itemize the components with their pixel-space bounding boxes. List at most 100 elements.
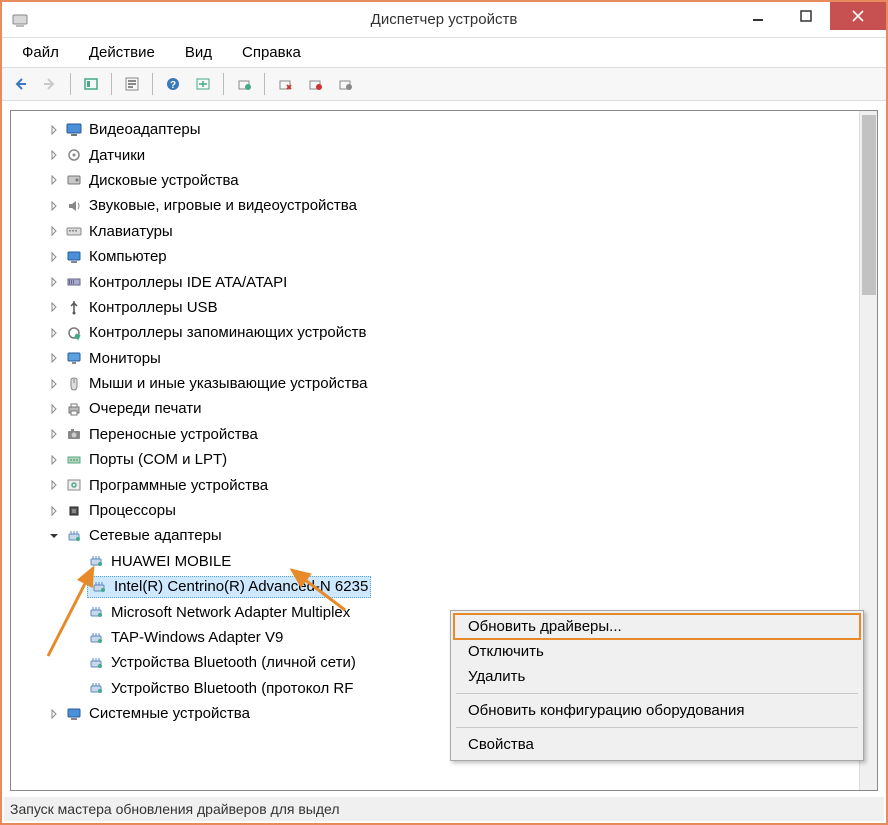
port-icon (65, 451, 83, 469)
maximize-button[interactable] (782, 2, 830, 30)
menu-help[interactable]: Справка (230, 42, 313, 63)
device-category[interactable]: Клавиатуры (15, 219, 873, 244)
device-category[interactable]: Компьютер (15, 244, 873, 269)
expand-icon[interactable] (47, 351, 61, 365)
app-icon (10, 10, 30, 30)
device-category[interactable]: Контроллеры IDE ATA/ATAPI (15, 269, 873, 294)
device-category[interactable]: Звуковые, игровые и видеоустройства (15, 193, 873, 218)
expand-icon[interactable] (47, 707, 61, 721)
scrollbar-thumb[interactable] (862, 115, 876, 295)
help-button[interactable]: ? (159, 70, 187, 98)
toolbar-separator (70, 73, 71, 95)
device-item[interactable]: Intel(R) Centrino(R) Advanced-N 6235 (15, 574, 873, 599)
tree-item-label: Системные устройства (89, 705, 250, 722)
tree-item-label: Устройства Bluetooth (личной сети) (111, 654, 356, 671)
toolbar-separator (111, 73, 112, 95)
tree-item-label: Контроллеры IDE ATA/ATAPI (89, 274, 287, 291)
device-category[interactable]: Сетевые адаптеры (15, 523, 873, 548)
camera-icon (65, 425, 83, 443)
device-category[interactable]: Процессоры (15, 498, 873, 523)
expand-icon[interactable] (47, 275, 61, 289)
monitor-icon (65, 349, 83, 367)
context-menu-item[interactable]: Обновить конфигурацию оборудования (454, 698, 860, 723)
device-category[interactable]: Очереди печати (15, 396, 873, 421)
cpu-icon (65, 502, 83, 520)
context-menu-item[interactable]: Удалить (454, 664, 860, 689)
collapse-icon[interactable] (47, 529, 61, 543)
device-category[interactable]: Порты (COM и LPT) (15, 447, 873, 472)
tree-item-label: Сетевые адаптеры (89, 527, 222, 544)
expand-icon[interactable] (47, 173, 61, 187)
expand-icon[interactable] (47, 250, 61, 264)
expand-icon[interactable] (47, 427, 61, 441)
tree-item-label: TAP-Windows Adapter V9 (111, 629, 283, 646)
expand-icon[interactable] (47, 504, 61, 518)
device-category[interactable]: Переносные устройства (15, 422, 873, 447)
tree-item-label: Клавиатуры (89, 223, 173, 240)
tree-item-label: Программные устройства (89, 477, 268, 494)
scan-button[interactable] (189, 70, 217, 98)
device-category[interactable]: Дисковые устройства (15, 168, 873, 193)
menu-file[interactable]: Файл (10, 42, 71, 63)
forward-button[interactable] (36, 70, 64, 98)
device-category[interactable]: Датчики (15, 142, 873, 167)
tree-item-label: Контроллеры USB (89, 299, 218, 316)
sensor-icon (65, 146, 83, 164)
expand-icon[interactable] (47, 453, 61, 467)
printer-icon (65, 400, 83, 418)
tree-item-label: Звуковые, игровые и видеоустройства (89, 197, 357, 214)
network-icon (87, 603, 105, 621)
device-category[interactable]: Контроллеры USB (15, 295, 873, 320)
tree-item-label: Microsoft Network Adapter Multiplex (111, 604, 350, 621)
disk-icon (65, 171, 83, 189)
expand-icon[interactable] (47, 199, 61, 213)
expand-icon[interactable] (47, 478, 61, 492)
expand-icon[interactable] (47, 224, 61, 238)
device-item[interactable]: HUAWEI MOBILE (15, 549, 873, 574)
menubar: Файл Действие Вид Справка (2, 38, 886, 67)
uninstall-button[interactable] (271, 70, 299, 98)
tree-item-label: Процессоры (89, 502, 176, 519)
menu-action[interactable]: Действие (77, 42, 167, 63)
network-icon (87, 552, 105, 570)
expand-icon[interactable] (47, 300, 61, 314)
show-hidden-button[interactable] (77, 70, 105, 98)
device-category[interactable]: Видеоадаптеры (15, 117, 873, 142)
minimize-button[interactable] (734, 2, 782, 30)
update-driver-button[interactable] (230, 70, 258, 98)
menu-view[interactable]: Вид (173, 42, 224, 63)
back-button[interactable] (6, 70, 34, 98)
speaker-icon (65, 197, 83, 215)
mouse-icon (65, 375, 83, 393)
expand-icon[interactable] (47, 123, 61, 137)
tree-item-label: Дисковые устройства (89, 172, 239, 189)
disable-button[interactable] (301, 70, 329, 98)
device-category[interactable]: Контроллеры запоминающих устройств (15, 320, 873, 345)
tree-item-label: Контроллеры запоминающих устройств (89, 324, 366, 341)
enable-button[interactable] (331, 70, 359, 98)
device-category[interactable]: Мыши и иные указывающие устройства (15, 371, 873, 396)
network-icon (87, 629, 105, 647)
device-category[interactable]: Мониторы (15, 346, 873, 371)
properties-button[interactable] (118, 70, 146, 98)
ide-icon (65, 273, 83, 291)
tree-item-label: Переносные устройства (89, 426, 258, 443)
context-menu-item[interactable]: Свойства (454, 732, 860, 757)
context-menu[interactable]: Обновить драйверы...ОтключитьУдалить Обно… (450, 610, 864, 761)
expand-icon[interactable] (47, 377, 61, 391)
expand-icon[interactable] (47, 148, 61, 162)
context-menu-item[interactable]: Отключить (454, 639, 860, 664)
tree-item-label: Видеоадаптеры (89, 121, 201, 138)
usb-icon (65, 298, 83, 316)
tree-item-label: Мониторы (89, 350, 161, 367)
tree-item-label: HUAWEI MOBILE (111, 553, 231, 570)
device-category[interactable]: Программные устройства (15, 472, 873, 497)
expand-icon[interactable] (47, 326, 61, 340)
context-menu-item[interactable]: Обновить драйверы... (454, 614, 860, 639)
menu-separator (456, 727, 858, 728)
close-button[interactable] (830, 2, 886, 30)
expand-icon[interactable] (47, 402, 61, 416)
software-icon (65, 476, 83, 494)
tree-item-label: Порты (COM и LPT) (89, 451, 227, 468)
computer-icon (65, 248, 83, 266)
